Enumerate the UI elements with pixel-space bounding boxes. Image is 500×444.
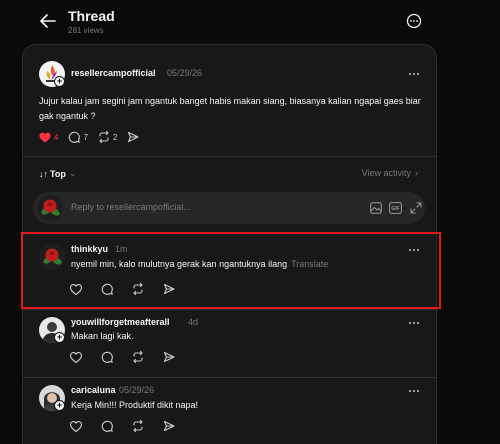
- comment-text: Makan lagi kak.: [71, 331, 134, 341]
- view-count: 281 views: [68, 26, 104, 35]
- thread-options-button[interactable]: [405, 12, 423, 30]
- comment-actions: [70, 351, 194, 363]
- comment-more-button[interactable]: [406, 318, 422, 328]
- like-count: 4: [54, 132, 59, 142]
- comment-username[interactable]: caricaluna: [71, 385, 116, 395]
- reply-placeholder: Reply to resellercampofficial...: [71, 202, 191, 212]
- highlight-box: [21, 232, 441, 309]
- post-date: 05/29/26: [167, 68, 203, 78]
- attach-gif-button[interactable]: GIF: [389, 202, 402, 214]
- rose-icon: [41, 199, 60, 216]
- comment-icon: [101, 351, 113, 363]
- comment-username[interactable]: youwillforgetmeafterall: [71, 317, 170, 327]
- comment-button[interactable]: [101, 351, 116, 363]
- comment-actions: [70, 420, 194, 432]
- like-button[interactable]: [70, 351, 85, 363]
- heart-icon: [70, 420, 82, 432]
- share-button[interactable]: [163, 420, 178, 432]
- divider: [23, 309, 436, 310]
- comment-count: 7: [83, 132, 88, 142]
- repost-icon: [99, 131, 109, 143]
- page-title: Thread: [68, 8, 115, 24]
- repost-icon: [133, 351, 143, 363]
- comment-more-button[interactable]: [406, 386, 422, 396]
- reply-input[interactable]: Reply to resellercampofficial... GIF: [33, 192, 425, 224]
- follow-badge[interactable]: +: [54, 76, 65, 87]
- attach-image-button[interactable]: [370, 202, 382, 214]
- post-text: Jujur kalau jam segini jam ngantuk bange…: [39, 96, 421, 121]
- sort-label: Top: [50, 168, 66, 179]
- divider: [23, 156, 436, 157]
- arrow-left-icon: [40, 14, 56, 28]
- repost-button[interactable]: [132, 420, 147, 432]
- more-horizontal-icon: [408, 72, 420, 76]
- post-actions: 4 7 2: [39, 131, 152, 143]
- like-button[interactable]: 4: [39, 132, 58, 143]
- chevron-right-icon: ›: [415, 168, 418, 178]
- expand-icon: [410, 202, 422, 214]
- chevron-down-icon: ⌄: [68, 168, 77, 178]
- more-circle-icon: [406, 13, 422, 29]
- share-icon: [128, 131, 139, 143]
- sort-dropdown[interactable]: ↓↑ Top ⌄: [39, 168, 76, 179]
- view-activity-link[interactable]: View activity ›: [362, 168, 418, 178]
- follow-badge[interactable]: +: [54, 332, 65, 343]
- comment-icon: [101, 420, 113, 432]
- follow-badge[interactable]: +: [54, 400, 65, 411]
- divider: [23, 377, 436, 378]
- expand-reply-button[interactable]: [410, 202, 422, 214]
- share-icon: [163, 351, 175, 363]
- share-icon: [163, 420, 175, 432]
- heart-icon: [39, 132, 51, 142]
- repost-icon: [133, 420, 143, 432]
- heart-icon: [70, 351, 82, 363]
- my-avatar: [37, 195, 63, 221]
- repost-button[interactable]: [132, 351, 147, 363]
- comment-icon: [69, 131, 81, 143]
- comment-button[interactable]: 7: [68, 131, 88, 143]
- repost-button[interactable]: 2: [98, 131, 117, 143]
- like-button[interactable]: [70, 420, 85, 432]
- more-horizontal-icon: [408, 389, 420, 393]
- svg-text:GIF: GIF: [391, 206, 399, 212]
- comment-time: 4d: [188, 317, 199, 327]
- gif-icon: GIF: [389, 202, 402, 214]
- share-button[interactable]: [127, 131, 142, 143]
- more-horizontal-icon: [408, 321, 420, 325]
- comment-time: 05/29/26: [119, 385, 155, 395]
- view-activity-label: View activity: [361, 168, 411, 178]
- post-username[interactable]: resellercampofficial: [71, 68, 156, 78]
- comment-button[interactable]: [101, 420, 116, 432]
- repost-count: 2: [112, 132, 118, 142]
- share-button[interactable]: [163, 351, 178, 363]
- back-button[interactable]: [38, 11, 58, 31]
- image-icon: [370, 202, 382, 214]
- sort-icon: ↓↑: [39, 168, 48, 179]
- comment-text: Kerja Min!!! Produktif dikit napa!: [71, 400, 199, 410]
- post-more-button[interactable]: [406, 69, 422, 79]
